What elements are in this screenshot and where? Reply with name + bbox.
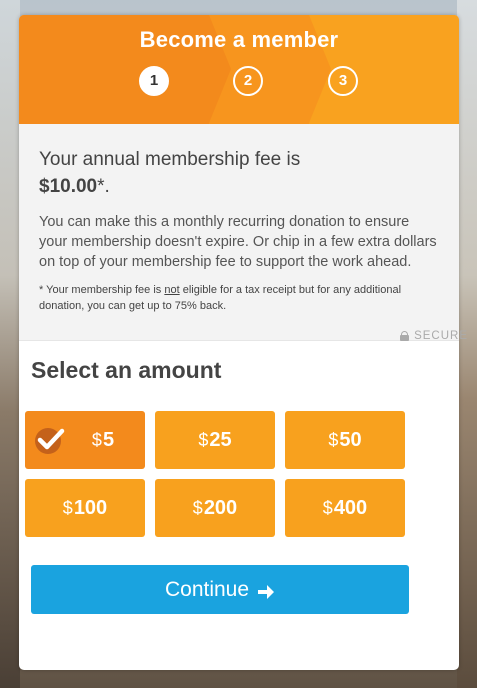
note-before: * Your membership fee is: [39, 284, 165, 296]
step-1-indicator: 1: [139, 66, 169, 96]
continue-label: Continue: [164, 577, 250, 601]
header: Become a member 1 2 3: [19, 15, 459, 124]
secure-label: SECURE: [414, 330, 468, 342]
step-2-indicator: 2: [233, 66, 263, 96]
select-amount-title: Select an amount: [31, 357, 222, 383]
amount-options: $5 $25 $50 $100 $200 $400: [25, 411, 405, 537]
fee-description: You can make this a monthly recurring do…: [39, 214, 437, 270]
fee-text: Your annual membership fee is $10.00*.: [39, 146, 439, 200]
continue-button[interactable]: Continue: [31, 565, 409, 614]
fee-info-panel: Your annual membership fee is $10.00*. Y…: [19, 124, 459, 341]
tax-note: * Your membership fee is not eligible fo…: [39, 282, 439, 314]
amount-label: 400: [333, 496, 368, 519]
amount-option-25[interactable]: $25: [155, 411, 275, 469]
currency-symbol: $: [328, 429, 339, 450]
fee-prefix: Your annual membership fee is: [39, 149, 301, 170]
background-right: [457, 0, 477, 688]
currency-symbol: $: [322, 497, 333, 518]
amount-option-400[interactable]: $400: [285, 479, 405, 537]
currency-symbol: $: [192, 497, 203, 518]
amount-label: 50: [339, 428, 362, 451]
amount-label: 25: [209, 428, 232, 451]
check-icon: [35, 428, 65, 454]
amount-option-100[interactable]: $100: [25, 479, 145, 537]
amount-label: 200: [203, 496, 238, 519]
currency-symbol: $: [62, 497, 73, 518]
note-not: not: [164, 284, 180, 296]
amount-value-5: $5: [92, 429, 114, 452]
amount-option-50[interactable]: $50: [285, 411, 405, 469]
amount-label: 5: [102, 428, 115, 451]
page-title: Become a member: [139, 27, 339, 52]
fee-amount: $10.00: [39, 176, 98, 197]
amount-label: 100: [73, 496, 108, 519]
step-3-indicator: 3: [328, 66, 358, 96]
arrow-right-icon: [257, 582, 275, 599]
amount-option-5[interactable]: $5: [25, 411, 145, 469]
fee-suffix: *.: [97, 176, 110, 197]
currency-symbol: $: [91, 429, 102, 450]
currency-symbol: $: [198, 429, 209, 450]
amount-option-200[interactable]: $200: [155, 479, 275, 537]
background-left: [0, 0, 20, 688]
secure-badge: SECURE: [400, 330, 468, 342]
lock-icon: [400, 331, 410, 341]
